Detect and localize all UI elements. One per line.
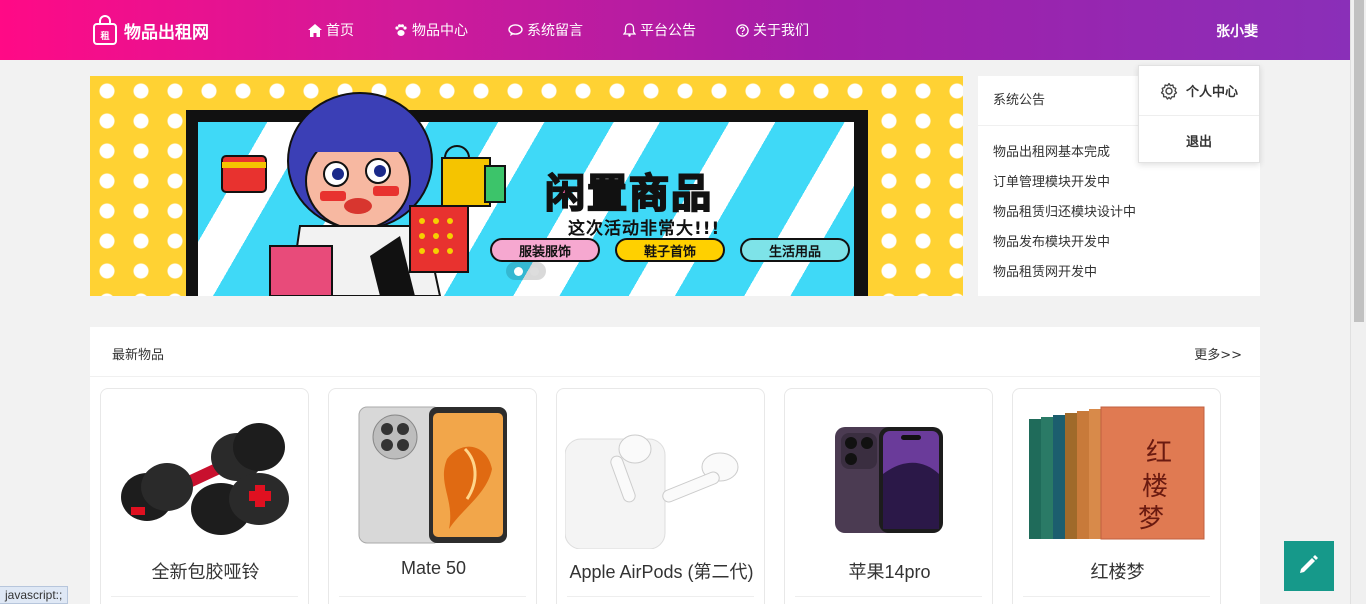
promo-carousel[interactable]: 闲置商品 这次活动非常大!!! 服装服饰 鞋子首饰 生活用品 [90,76,963,296]
earbuds-image [565,434,739,549]
latest-items-header: 最新物品 更多>> [90,327,1260,377]
item-card[interactable]: 苹果14pro [784,388,993,604]
nav-home-label: 首页 [326,23,354,39]
scrollbar-thumb[interactable] [1354,0,1364,322]
home-icon [308,23,322,37]
shopping-bag-icon: 租 [92,15,118,45]
bell-icon [623,23,636,37]
chat-icon [508,23,523,37]
brand-logo[interactable]: 租 物品出租网 [92,14,209,46]
more-link[interactable]: 更多>> [1194,344,1242,363]
nav-about[interactable]: 关于我们 [736,20,809,40]
pencil-icon [1298,553,1320,579]
book-set-image: 红 楼 梦 [1029,406,1205,540]
card-divider [795,596,982,597]
item-name: 红楼梦 [1090,562,1145,582]
banner-tag-clothing: 服装服饰 [490,238,600,262]
banner-tag-shoes: 鞋子首饰 [615,238,725,262]
announcement-item[interactable]: 物品发布模块开发中 [993,228,1245,258]
card-divider [567,596,754,597]
svg-text:梦: 梦 [1138,504,1164,534]
nav-about-label: 关于我们 [753,23,809,39]
menu-item-profile[interactable]: 个人中心 [1139,66,1259,115]
paw-icon [394,23,408,37]
link-status-bar: javascript:; [0,586,69,604]
nav-messages[interactable]: 系统留言 [508,20,583,40]
item-card[interactable]: 全新包胶哑铃 [100,388,309,604]
banner-subtitle: 这次活动非常大!!! [568,219,721,239]
top-nav-bar: 租 物品出租网 首页 物品中心 系统留言 平台公告 关于我们 张小斐 [0,0,1350,60]
item-name: Mate 50 [400,558,467,578]
menu-item-profile-label: 个人中心 [1185,85,1238,100]
announcement-item[interactable]: 物品租赁网开发中 [993,258,1245,288]
phone-image [358,406,507,544]
svg-text:楼: 楼 [1142,472,1168,502]
iphone-image [835,427,943,533]
nav-items-center-label: 物品中心 [412,23,468,39]
dumbbell-image [121,423,289,535]
item-name: 全新包胶哑铃 [151,562,260,582]
svg-text:红: 红 [1146,438,1172,468]
page-scrollbar[interactable] [1350,0,1366,604]
section-title: 最新物品 [112,348,165,363]
menu-item-logout[interactable]: 退出 [1139,115,1259,164]
logo-glyph: 租 [100,30,109,42]
main-nav: 首页 物品中心 系统留言 平台公告 关于我们 [308,0,849,60]
nav-announcements-label: 平台公告 [640,23,696,39]
card-divider [1023,596,1210,597]
nav-home[interactable]: 首页 [308,20,354,40]
item-name: 苹果14pro [848,562,931,582]
banner-title: 闲置商品 [544,170,713,218]
announcement-item[interactable]: 物品租赁归还模块设计中 [993,198,1245,228]
item-card[interactable]: 红 楼 梦 红楼梦 [1012,388,1221,604]
carousel-dot-2[interactable] [529,266,539,276]
item-card[interactable]: Apple AirPods (第二代) [556,388,765,604]
item-name: Apple AirPods (第二代) [569,562,754,582]
item-card[interactable]: Mate 50 [328,388,537,604]
card-divider [339,596,526,597]
carousel-indicators [506,262,546,280]
user-menu-trigger[interactable]: 张小斐 [1216,21,1258,41]
carousel-dot-1[interactable] [513,266,523,276]
nav-messages-label: 系统留言 [527,23,583,39]
banner-tag-living: 生活用品 [740,238,850,262]
question-icon [736,23,749,37]
site-title: 物品出租网 [124,22,209,43]
edit-fab-button[interactable] [1284,541,1334,591]
nav-announcements[interactable]: 平台公告 [623,20,696,40]
latest-items-section: 最新物品 更多>> 全新包胶哑铃 Mate 50 Apple AirPods (… [90,327,1260,604]
announcement-item[interactable]: 订单管理模块开发中 [993,168,1245,198]
gear-icon [1160,82,1178,100]
nav-items-center[interactable]: 物品中心 [394,20,468,40]
user-dropdown-menu: 个人中心 退出 [1138,65,1260,163]
card-divider [111,596,298,597]
shopper-illustration [221,92,506,296]
